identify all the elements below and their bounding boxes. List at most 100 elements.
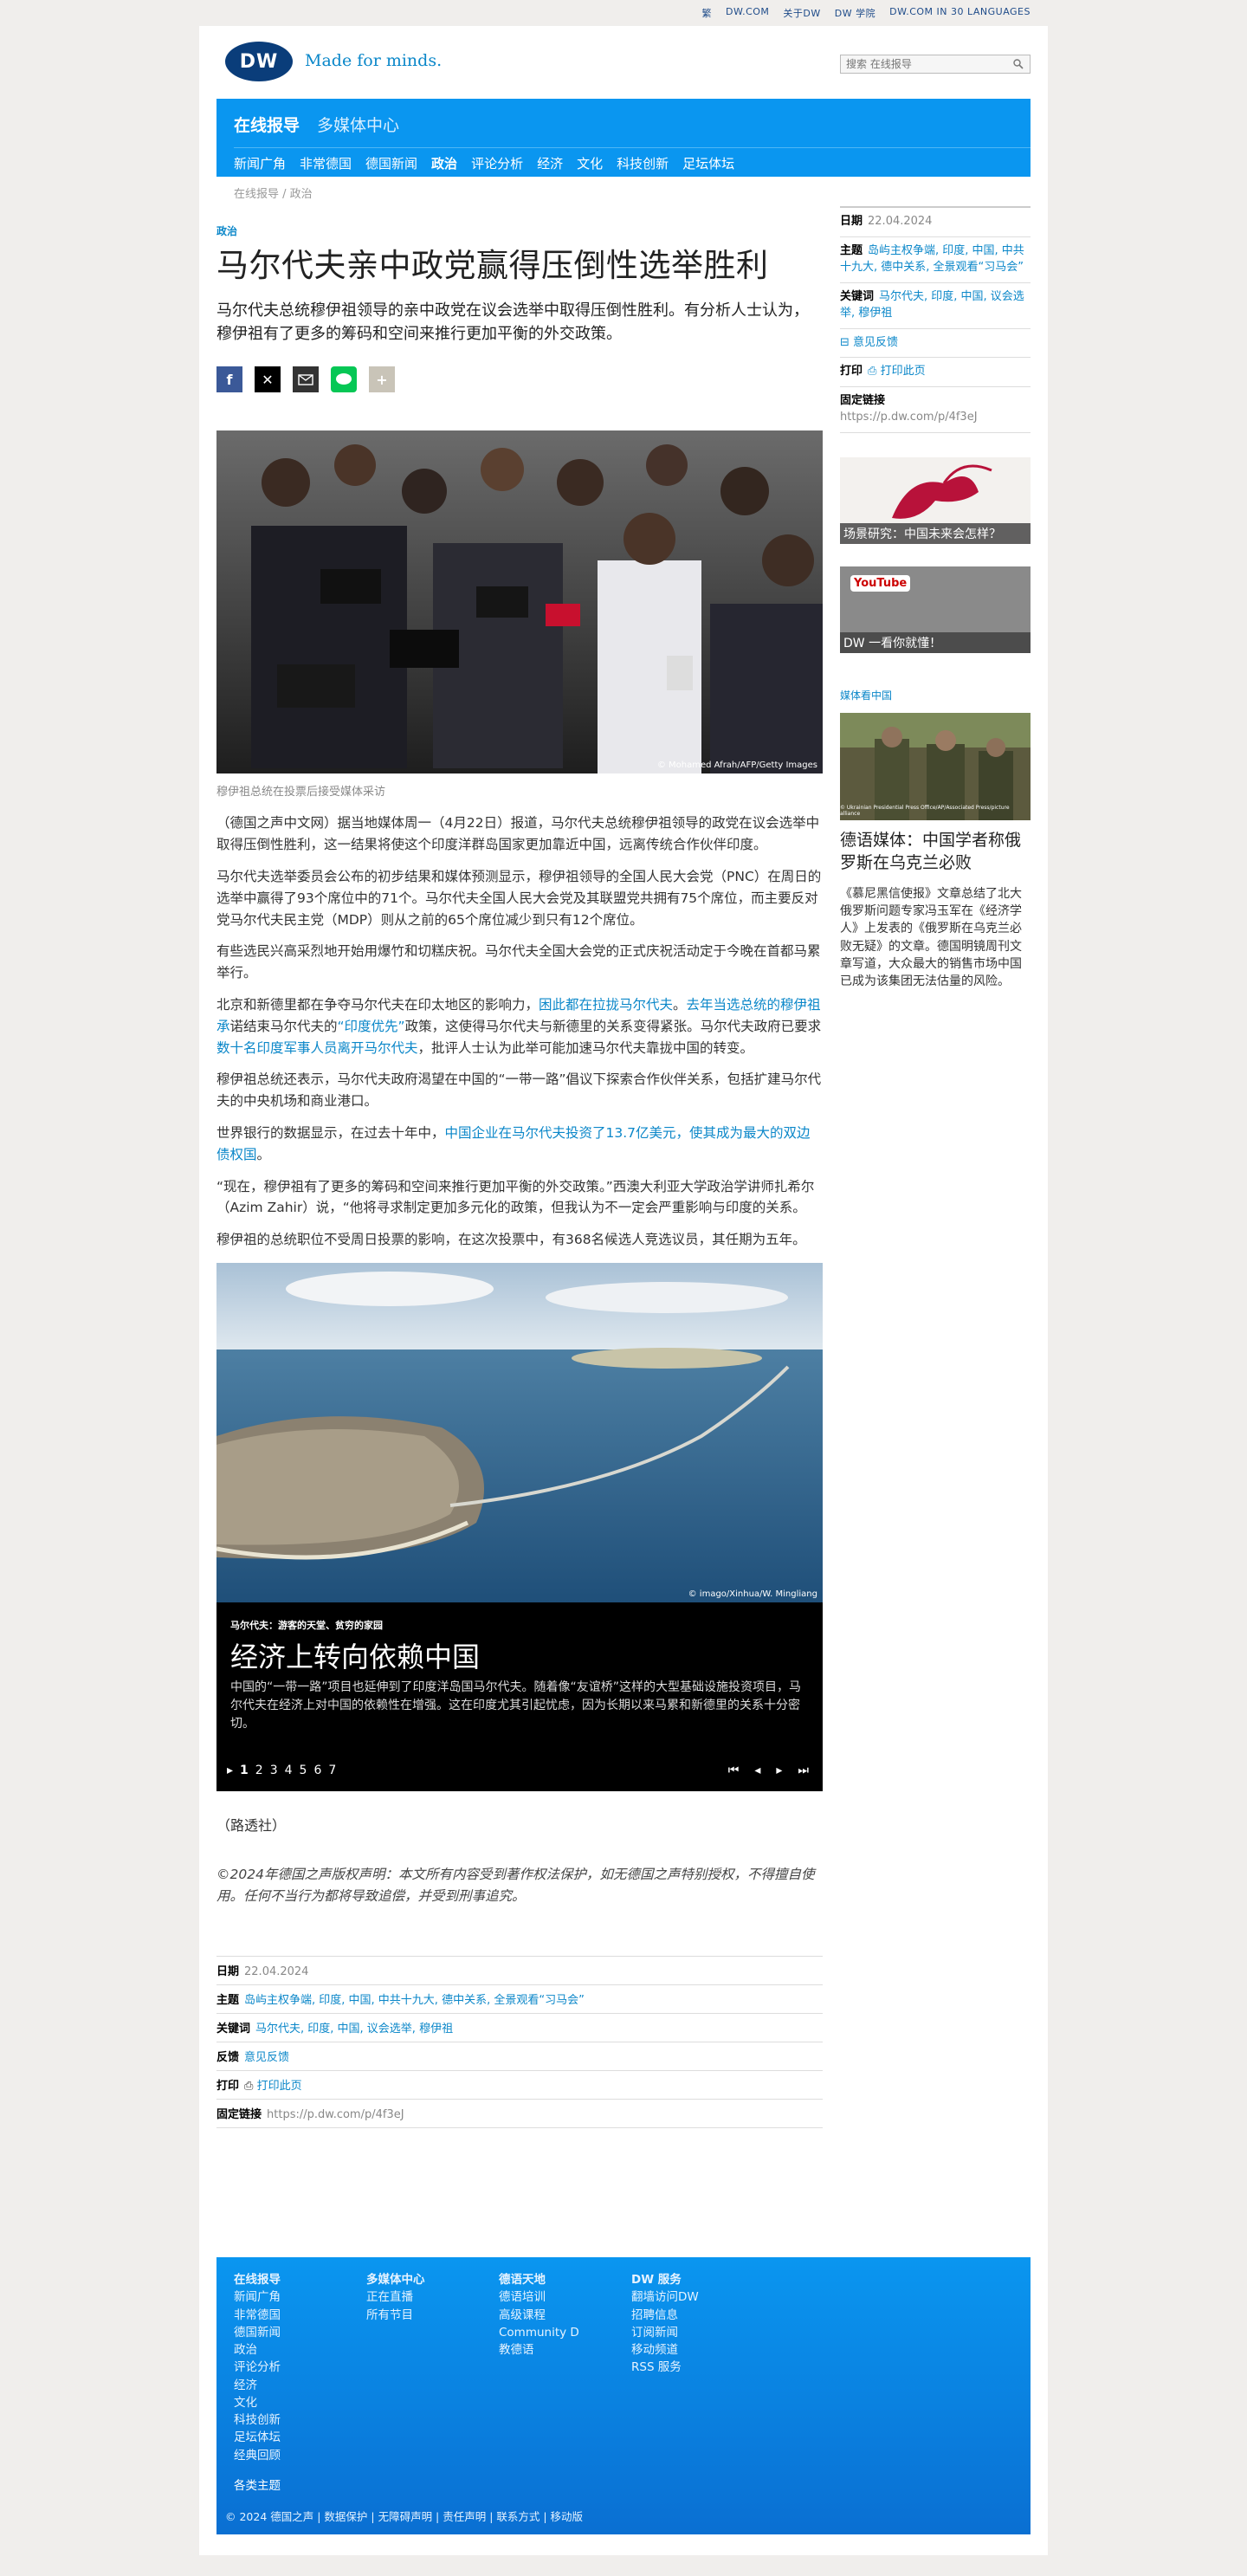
paragraph-text: 穆伊祖总统还表示，马尔代夫政府渴望在中国的“一带一路”倡议下探索合作伙伴关系，包… xyxy=(216,1071,822,1110)
nav-online-reports[interactable]: 在线报导 xyxy=(234,113,300,136)
gallery-credit: © imago/Xinhua/W. Mingliang xyxy=(688,1589,817,1599)
footer-link[interactable]: 经典回顾 xyxy=(234,2447,281,2464)
footer-link[interactable]: 德国新闻 xyxy=(234,2324,281,2341)
footer-link[interactable]: 招聘信息 xyxy=(631,2307,699,2324)
prev-icon[interactable]: ◂ xyxy=(754,1764,760,1777)
feedback-link[interactable]: 意见反馈 xyxy=(244,2051,289,2064)
inline-link[interactable]: 数十名印度军事人员离开马尔代夫 xyxy=(216,1040,418,1056)
footer-link[interactable]: 翻墙访问DW xyxy=(631,2288,699,2306)
inline-link[interactable]: 困此都在拉拢马尔代夫 xyxy=(539,997,673,1013)
footer-legal[interactable]: © 2024 德国之声 | 数据保护 | 无障碍声明 | 责任声明 | 联系方式… xyxy=(225,2508,583,2524)
footer-link[interactable]: 科技创新 xyxy=(234,2411,281,2429)
toplink-about[interactable]: 关于DW xyxy=(783,6,820,20)
feedback-icon: ⊟ xyxy=(840,335,854,349)
nav-item[interactable]: 德国新闻 xyxy=(365,154,417,172)
plus-icon[interactable]: + xyxy=(369,366,395,393)
footer-link[interactable]: 非常德国 xyxy=(234,2307,281,2324)
gallery-page[interactable]: 6 xyxy=(313,1764,321,1777)
facebook-icon[interactable]: f xyxy=(216,366,242,393)
footer-link[interactable]: 足坛体坛 xyxy=(234,2429,281,2446)
nav-item[interactable]: 非常德国 xyxy=(300,154,352,172)
footer-link[interactable]: 经济 xyxy=(234,2377,281,2394)
article-title: 马尔代夫亲中政党赢得压倒性选举胜利 xyxy=(216,247,769,284)
first-icon[interactable]: ⏮ xyxy=(728,1764,740,1777)
toplink-dwcom[interactable]: DW.COM xyxy=(726,6,769,20)
search-input[interactable] xyxy=(846,58,1012,70)
footer-link[interactable]: 德语培训 xyxy=(499,2288,579,2306)
teaser-dw-explained[interactable]: YouTube DW 一看你就懂！ xyxy=(840,566,1031,653)
play-icon[interactable]: ▸ xyxy=(227,1764,233,1777)
print-link[interactable]: 打印此页 xyxy=(257,2080,302,2093)
toplink-academy[interactable]: DW 学院 xyxy=(835,6,875,20)
paragraph-text: （德国之声中文网）据当地媒体周一（4月22日）报道，马尔代夫总统穆伊祖领导的政党… xyxy=(216,815,820,853)
nav-item[interactable]: 经济 xyxy=(537,154,563,172)
nav-media-center[interactable]: 多媒体中心 xyxy=(317,113,399,136)
footer-heading[interactable]: 多媒体中心 xyxy=(366,2271,425,2288)
email-icon[interactable] xyxy=(293,366,319,393)
toplink-traditional[interactable]: 繁 xyxy=(702,6,713,20)
permalink-value[interactable]: https://p.dw.com/p/4f3eJ xyxy=(267,2108,404,2121)
gallery-page[interactable]: 1 xyxy=(240,1764,249,1777)
footer-link[interactable]: 正在直播 xyxy=(366,2288,425,2306)
nav-item[interactable]: 科技创新 xyxy=(617,154,669,172)
gallery-page[interactable]: 3 xyxy=(270,1764,278,1777)
footer-link[interactable]: 评论分析 xyxy=(234,2359,281,2376)
side-image[interactable]: © Ukrainian Presidential Press Office/AP… xyxy=(840,712,1031,820)
side-kicker[interactable]: 媒体看中国 xyxy=(840,688,1031,702)
dw-logo[interactable]: DW xyxy=(225,42,293,81)
gallery-title: 经济上转向依赖中国 xyxy=(230,1640,481,1673)
teaser-future-china[interactable]: 场景研究：中国未来会怎样？ xyxy=(840,456,1031,544)
last-icon[interactable]: ⏭ xyxy=(798,1764,809,1777)
gallery-arrows: ⏮ ◂ ▸ ⏭ xyxy=(728,1764,809,1777)
side-permalink-value[interactable]: https://p.dw.com/p/4f3eJ xyxy=(840,411,978,424)
nav-item[interactable]: 文化 xyxy=(577,154,603,172)
inline-link[interactable]: “印度优先” xyxy=(338,1019,405,1034)
x-icon[interactable]: ✕ xyxy=(255,366,281,393)
side-feedback-link[interactable]: 意见反馈 xyxy=(853,336,898,349)
article-kicker[interactable]: 政治 xyxy=(216,223,823,238)
gallery-page[interactable]: 7 xyxy=(328,1764,336,1777)
gallery-page[interactable]: 4 xyxy=(285,1764,293,1777)
keyword-links[interactable]: 马尔代夫, 印度, 中国, 议会选举, 穆伊祖 xyxy=(255,2023,453,2036)
side-topics-links[interactable]: 岛屿主权争端, 印度, 中国, 中共十九大, 德中关系, 全景观看“习马会” xyxy=(840,244,1024,275)
footer-link[interactable]: 所有节目 xyxy=(366,2307,425,2324)
top-bar: 繁 DW.COM 关于DW DW 学院 DW.COM IN 30 LANGUAG… xyxy=(0,0,1247,26)
press-crowd-image xyxy=(216,430,823,774)
footer-link[interactable]: 移动频道 xyxy=(631,2341,699,2359)
line-icon[interactable] xyxy=(331,366,357,393)
next-icon[interactable]: ▸ xyxy=(776,1764,782,1777)
footer-link[interactable]: Community D xyxy=(499,2324,579,2341)
nav-divider xyxy=(234,147,1031,148)
nav-item[interactable]: 新闻广角 xyxy=(234,154,286,172)
side-image-credit: © Ukrainian Presidential Press Office/AP… xyxy=(840,804,1010,817)
footer-link[interactable]: 文化 xyxy=(234,2394,281,2411)
footer-link[interactable]: 新闻广角 xyxy=(234,2288,281,2306)
footer-heading[interactable]: DW 服务 xyxy=(631,2271,699,2288)
gallery-page[interactable]: 5 xyxy=(300,1764,307,1777)
footer-link[interactable]: RSS 服务 xyxy=(631,2359,699,2376)
article-body: （德国之声中文网）据当地媒体周一（4月22日）报道，马尔代夫总统穆伊祖领导的政党… xyxy=(216,812,823,1251)
gallery-description: 中国的“一带一路”项目也延伸到了印度洋岛国马尔代夫。随着像“友谊桥”这样的大型基… xyxy=(230,1680,802,1731)
paragraph-text: 北京和新德里都在争夺马尔代夫在印太地区的影响力， xyxy=(216,996,540,1013)
footer-heading[interactable]: 德语天地 xyxy=(499,2271,579,2288)
nav-item[interactable]: 评论分析 xyxy=(471,154,523,172)
topics-links[interactable]: 岛屿主权争端, 印度, 中国, 中共十九大, 德中关系, 全景观看“习马会” xyxy=(244,1994,585,2007)
male-island-aerial-image xyxy=(216,1262,823,1602)
search-icon[interactable] xyxy=(1012,58,1024,70)
side-print-link[interactable]: 打印此页 xyxy=(881,365,926,378)
side-article-title[interactable]: 德语媒体：中国学者称俄罗斯在乌克兰必败 xyxy=(840,829,1031,875)
footer-link[interactable]: 政治 xyxy=(234,2341,281,2359)
toplink-languages[interactable]: DW.COM IN 30 LANGUAGES xyxy=(889,6,1031,20)
gallery-page[interactable]: 2 xyxy=(255,1764,263,1777)
nav-sections: 在线报导 多媒体中心 xyxy=(234,113,399,136)
breadcrumb[interactable]: 在线报导 / 政治 xyxy=(234,184,313,201)
paragraph-text: 政策，这使得马尔代夫与新德里的关系变得紧张。马尔代夫政府已要求 xyxy=(404,1018,822,1034)
footer-link[interactable]: 订阅新闻 xyxy=(631,2324,699,2341)
footer-topics[interactable]: 各类主题 xyxy=(234,2476,281,2493)
nav-item[interactable]: 足坛体坛 xyxy=(682,154,734,172)
footer-link[interactable]: 高级课程 xyxy=(499,2307,579,2324)
lead-photo: © Mohamed Afrah/AFP/Getty Images xyxy=(216,430,823,774)
nav-item-active[interactable]: 政治 xyxy=(431,154,457,172)
footer-heading[interactable]: 在线报导 xyxy=(234,2271,281,2288)
footer-link[interactable]: 教德语 xyxy=(499,2341,579,2359)
